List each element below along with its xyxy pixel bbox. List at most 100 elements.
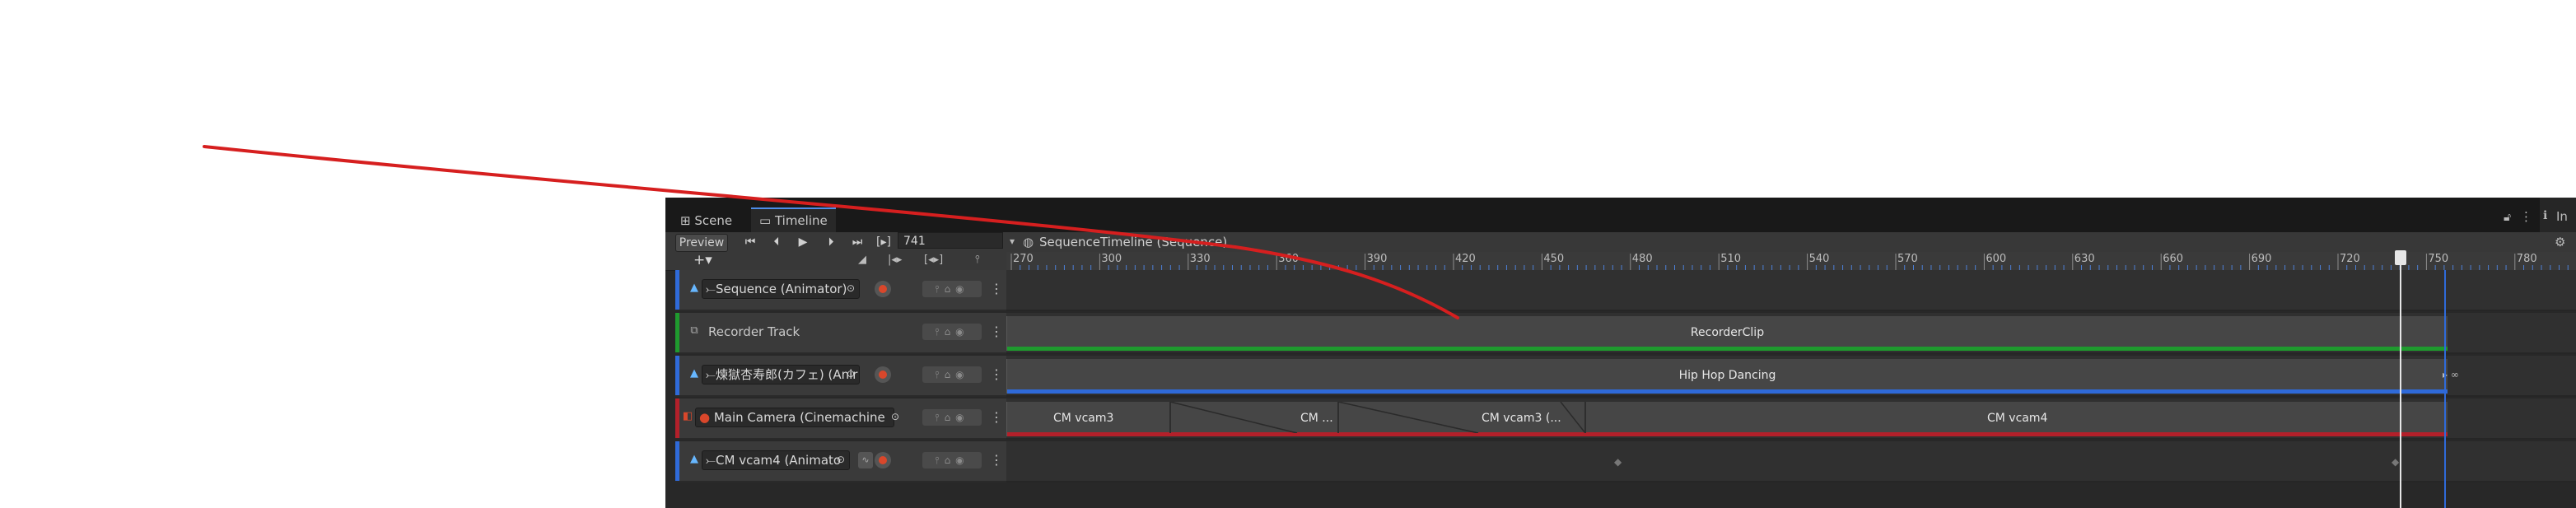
track-header-main-camera[interactable]: ◧ ● Main Camera (Cinemachine ⊙ ⫯⌂◉ ⋮ <box>675 398 1006 440</box>
track-lane-main-camera[interactable]: CM vcam3 CM ... CM vcam3 (... CM vcam4 <box>1006 398 2576 440</box>
target-icon[interactable]: ⊙ <box>837 454 845 465</box>
timeline-icon: ▭ <box>759 213 775 228</box>
animator-icon: ▲ <box>690 282 698 294</box>
clip-edit-mode-icon[interactable]: ◢ <box>858 254 866 266</box>
breadcrumb-bar: ▾ ◍ SequenceTimeline (Sequence) ⚙ <box>1006 232 2576 252</box>
playhead-handle[interactable] <box>2395 250 2406 265</box>
target-icon[interactable]: ⊙ <box>847 368 855 380</box>
next-frame-icon[interactable]: ⏵ <box>822 234 840 250</box>
time-ruler[interactable]: 270 300 330 360 390 420 450 480 510 540 570 600 630 6… <box>1006 252 2576 271</box>
track-color-bar <box>675 441 679 481</box>
goto-start-icon[interactable]: ⏮ <box>741 234 759 250</box>
ruler-tick-label: 570 <box>1897 253 1918 265</box>
curves-icon[interactable]: ∿ <box>858 452 873 468</box>
recorder-clip[interactable]: RecorderClip <box>1006 316 2448 351</box>
previous-frame-icon[interactable]: ⏴ <box>768 234 786 250</box>
tab-scene[interactable]: ⊞ Scene <box>672 209 740 232</box>
snap-icon[interactable]: ⫯ <box>975 254 980 266</box>
replace-mode-icon[interactable]: [◂▸] <box>924 254 943 266</box>
inspector-panel-tab[interactable]: ℹ In <box>2540 198 2576 232</box>
animator-icon: ▲ <box>690 453 698 465</box>
track-menu-icon[interactable]: ⋮ <box>990 408 1003 426</box>
track-color-bar <box>675 398 679 438</box>
playback-toolbar: Preview ⏮ ⏴ ▶ ⏵ ⏭ [▸] 741 <box>665 232 1006 252</box>
track-binding-field[interactable]: ⤚Sequence (Animator) <box>702 279 860 299</box>
track-lock-mute-icons[interactable]: ⫯⌂◉ <box>922 409 982 426</box>
track-header-sequence[interactable]: ▲ ⤚Sequence (Animator) ⊙ ⫯⌂◉ ⋮ <box>675 270 1006 311</box>
scene-icon: ⊞ <box>680 213 695 228</box>
lock-icon[interactable]: 🔓︎ <box>2504 211 2511 224</box>
current-frame-field[interactable]: 741 <box>898 232 1003 249</box>
track-binding-field[interactable]: ⤚CM vcam4 (Animato <box>702 450 850 470</box>
preview-button[interactable]: Preview <box>675 234 728 252</box>
keyframe-icon[interactable]: ◆ <box>1614 456 1622 468</box>
binding-icon: ⤚ <box>706 282 716 296</box>
ruler-tick-label: 720 <box>2340 253 2360 265</box>
ruler-tick-label: 690 <box>2251 253 2272 265</box>
info-icon: ℹ <box>2543 209 2548 222</box>
animator-icon: ▲ <box>690 367 698 380</box>
binding-icon: ⤚ <box>706 453 716 468</box>
ruler-tick-label: 270 <box>1013 253 1034 265</box>
track-binding-field[interactable]: ⤚煉獄杏寿郎(カフェ) (Anir <box>702 365 860 384</box>
track-lane-character[interactable]: Hip Hop Dancing ▸ ∞ <box>1006 356 2576 397</box>
tab-timeline[interactable]: ▭ Timeline <box>751 207 836 232</box>
track-lock-mute-icons[interactable]: ⫯⌂◉ <box>922 324 982 340</box>
binding-icon: ⤚ <box>706 367 716 382</box>
record-button[interactable] <box>875 366 891 383</box>
ruler-tick-label: 330 <box>1189 253 1211 265</box>
record-button[interactable] <box>875 452 891 468</box>
cinemachine-icon: ◧ <box>682 410 693 422</box>
gear-icon[interactable]: ⚙ <box>2555 235 2565 249</box>
breadcrumb[interactable]: SequenceTimeline (Sequence) <box>1039 235 1227 249</box>
track-lane-vcam4[interactable]: ◆ ◆ <box>1006 441 2576 482</box>
animation-clip[interactable]: Hip Hop Dancing <box>1006 359 2448 394</box>
ruler-tick-label: 360 <box>1278 253 1300 265</box>
track-header-recorder[interactable]: ⧉ Recorder Track ⫯⌂◉ ⋮ <box>675 313 1006 354</box>
track-menu-icon[interactable]: ⋮ <box>990 366 1003 384</box>
ruler-tick-label: 600 <box>1986 253 2007 265</box>
window-tab-bar: ⊞ Scene ▭ Timeline 🔓︎ ⋮ ℹ In <box>665 198 2576 232</box>
target-icon[interactable]: ⊙ <box>847 282 855 294</box>
ruler-tick-label: 480 <box>1631 253 1653 265</box>
add-track-button[interactable]: +▾ <box>693 252 712 268</box>
play-range-icon[interactable]: [▸] <box>875 234 893 250</box>
ruler-tick-label: 510 <box>1720 253 1742 265</box>
cinemachine-clips[interactable]: CM vcam3 CM ... CM vcam3 (... CM vcam4 <box>1006 402 2448 436</box>
timeline-asset-icon: ◍ <box>1023 235 1034 249</box>
track-menu-icon[interactable]: ⋮ <box>990 451 1003 469</box>
ruler-tick-label: 750 <box>2428 253 2449 265</box>
ripple-mode-icon[interactable]: |◂▸ <box>888 254 902 266</box>
ruler-tick-label: 630 <box>2074 253 2095 265</box>
recorder-icon: ⧉ <box>690 324 698 337</box>
track-header-vcam4[interactable]: ▲ ⤚CM vcam4 (Animato ⊙ ∿ ⫯⌂◉ ⋮ <box>675 441 1006 482</box>
ruler-tick-label: 300 <box>1101 253 1122 265</box>
clip-color-bar <box>1007 347 2448 351</box>
blend-curves <box>1169 402 1586 433</box>
track-color-bar <box>675 356 679 395</box>
ruler-tick-label: 420 <box>1455 253 1476 265</box>
play-icon[interactable]: ▶ <box>794 234 812 250</box>
keyframe-icon[interactable]: ◆ <box>2392 456 2399 468</box>
ruler-tick-label: 660 <box>2163 253 2184 265</box>
track-binding-field[interactable]: ● Main Camera (Cinemachine <box>695 408 894 427</box>
track-menu-icon[interactable]: ⋮ <box>990 280 1003 298</box>
ruler-tick-label: 450 <box>1543 253 1565 265</box>
ruler-tick-label: 540 <box>1808 253 1830 265</box>
track-lock-mute-icons[interactable]: ⫯⌂◉ <box>922 452 982 468</box>
track-lock-mute-icons[interactable]: ⫯⌂◉ <box>922 281 982 297</box>
playhead[interactable] <box>2400 252 2401 508</box>
track-lane-recorder[interactable]: RecorderClip <box>1006 313 2576 354</box>
track-menu-icon[interactable]: ⋮ <box>990 323 1003 341</box>
track-name[interactable]: Recorder Track <box>708 324 800 339</box>
record-button[interactable] <box>875 281 891 297</box>
track-color-bar <box>675 313 679 352</box>
window-menu-icon[interactable]: ⋮ <box>2520 209 2532 224</box>
chevron-down-icon[interactable]: ▾ <box>1010 235 1015 247</box>
track-lock-mute-icons[interactable]: ⫯⌂◉ <box>922 366 982 383</box>
goto-end-icon[interactable]: ⏭ <box>848 234 866 250</box>
target-icon[interactable]: ⊙ <box>891 411 899 422</box>
track-lane-sequence[interactable] <box>1006 270 2576 311</box>
timeline-window: ⊞ Scene ▭ Timeline 🔓︎ ⋮ ℹ In Preview ⏮ ⏴… <box>665 198 2576 508</box>
track-header-character[interactable]: ▲ ⤚煉獄杏寿郎(カフェ) (Anir ⊙ ⫯⌂◉ ⋮ <box>675 356 1006 397</box>
